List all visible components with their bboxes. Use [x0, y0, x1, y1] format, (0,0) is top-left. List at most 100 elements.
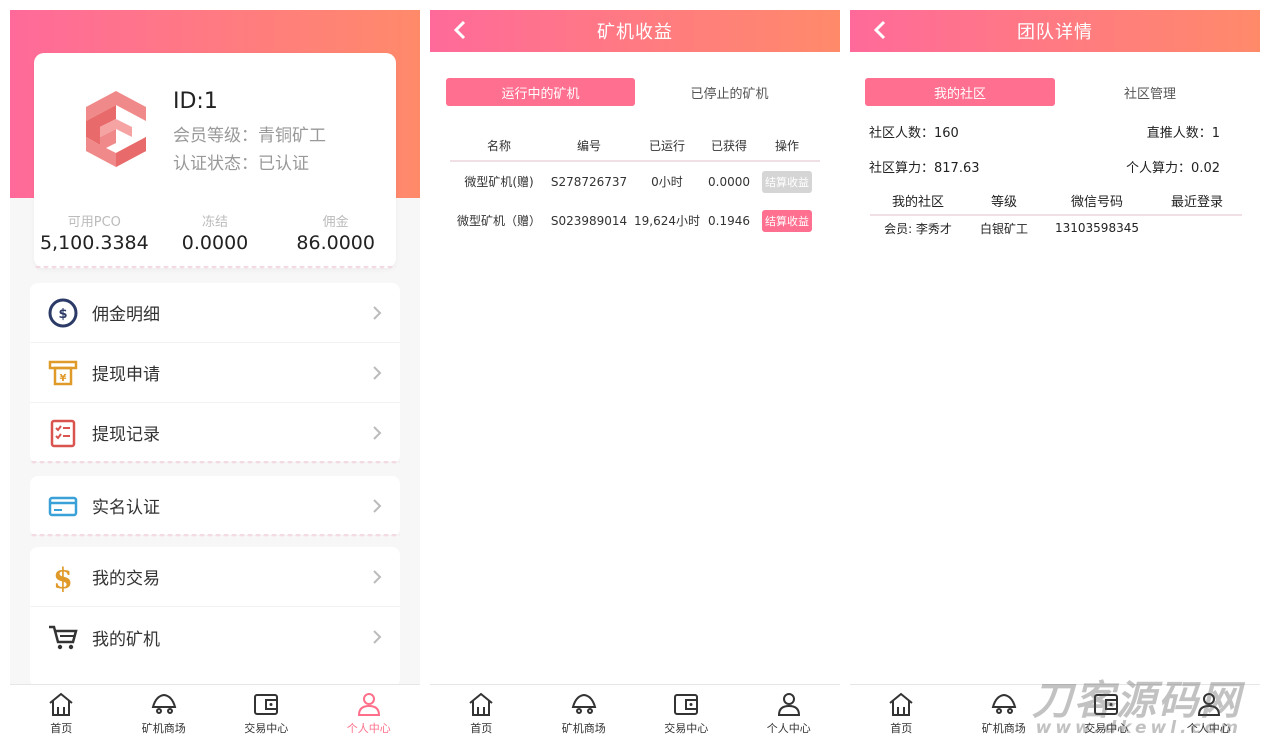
watermark: 刀客源码网 www.dkewl.com [1032, 668, 1242, 738]
menu-item-my-miners[interactable]: 我的矿机 [30, 607, 400, 667]
wave-divider [30, 461, 400, 467]
menu-item-withdraw-apply[interactable]: ¥ 提现申请 [30, 343, 400, 403]
watermark-url: www.dkewl.com [1035, 718, 1242, 738]
tab-my-community[interactable]: 我的社区 [865, 78, 1055, 106]
page-title: 矿机收益 [597, 22, 673, 43]
cart-icon [46, 620, 80, 654]
personal-power: 个人算力：0.02 [1126, 161, 1220, 176]
menu-label: 我的矿机 [92, 629, 160, 650]
wave-divider [34, 266, 396, 272]
cell-runtime: 0小时 [651, 175, 683, 189]
atm-withdraw-icon: ¥ [46, 356, 80, 390]
table-row: 微型矿机（赠） S023989014 19,624小时 0.1946 结算收益 [450, 201, 820, 240]
direct-count: 直推人数：1 [1146, 126, 1220, 141]
tab-miner-mall[interactable]: 矿机商场 [113, 685, 216, 742]
col-last-login: 最近登录 [1170, 194, 1223, 210]
tab-home[interactable]: 首页 [430, 685, 533, 742]
stat-commission[interactable]: 佣金 86.0000 [275, 211, 396, 254]
balance-stats: 可用PCO 5,100.3384 冻结 0.0000 佣金 86.0000 [34, 211, 396, 254]
tab-home[interactable]: 首页 [10, 685, 113, 742]
col-earned: 已获得 [710, 138, 747, 153]
bottom-tab-bar: 首页 矿机商场 交易中心 个人中心 [430, 684, 840, 742]
col-action: 操作 [774, 138, 799, 153]
col-code: 编号 [576, 138, 601, 153]
stat-value: 5,100.3384 [39, 232, 149, 254]
cell-name: 微型矿机(赠) [464, 175, 534, 189]
settle-button[interactable]: 结算收益 [762, 170, 812, 193]
auth-status: 认证状态：已认证 [173, 154, 309, 174]
tab-home[interactable]: 首页 [850, 685, 953, 742]
tab-label: 首页 [50, 722, 73, 735]
stat-value: 86.0000 [296, 232, 375, 254]
dollar-coin-icon: $ [46, 296, 80, 330]
community-table: 我的社区 等级 微信号码 最近登录 会员: 李秀才 白银矿工 131035983… [870, 186, 1242, 240]
tab-community-manage[interactable]: 社区管理 [1055, 78, 1245, 106]
user-icon [357, 693, 380, 716]
cell-earned: 0.0000 [708, 174, 750, 189]
tab-label: 交易中心 [664, 722, 709, 735]
user-id: ID:1 [173, 89, 218, 114]
tab-trade-center[interactable]: 交易中心 [635, 685, 738, 742]
svg-text:$: $ [53, 562, 72, 592]
tab-label: 首页 [470, 722, 493, 735]
page-header: 团队详情 [850, 10, 1260, 52]
user-icon [777, 693, 800, 716]
menu-group-trade: $ 我的交易 我的矿机 [30, 547, 400, 687]
menu-item-commission[interactable]: $ 佣金明细 [30, 283, 400, 343]
stat-frozen[interactable]: 冻结 0.0000 [155, 211, 276, 254]
home-icon [49, 692, 73, 716]
miner-cart-icon [991, 693, 1017, 714]
col-name: 名称 [486, 138, 511, 153]
cell-wechat: 13103598345 [1055, 221, 1139, 235]
mining-income-screen: 矿机收益 运行中的矿机 已停止的矿机 名称 编号 已运行 已获得 操作 微型矿机… [430, 10, 840, 742]
tab-profile[interactable]: 个人中心 [318, 685, 421, 742]
menu-item-my-trades[interactable]: $ 我的交易 [30, 547, 400, 607]
miner-cart-icon [151, 693, 177, 714]
miner-cart-icon [571, 693, 597, 714]
menu-item-real-name[interactable]: 实名认证 [30, 476, 400, 536]
tab-label: 个人中心 [346, 722, 391, 735]
community-count: 社区人数：160 [869, 126, 959, 141]
tab-miner-mall[interactable]: 矿机商场 [533, 685, 636, 742]
col-wechat: 微信号码 [1070, 194, 1123, 210]
menu-label: 佣金明细 [92, 305, 160, 325]
tab-stopped-miners[interactable]: 已停止的矿机 [635, 78, 824, 106]
cell-runtime: 19,624小时 [634, 214, 700, 228]
menu-item-withdraw-records[interactable]: 提现记录 [30, 403, 400, 463]
profile-card: ID:1 会员等级：青铜矿工 认证状态：已认证 可用PCO 5,100.3384… [34, 53, 396, 272]
tab-running-miners[interactable]: 运行中的矿机 [446, 78, 635, 106]
table-row: 微型矿机(赠) S278726737 0小时 0.0000 结算收益 [450, 162, 820, 201]
wallet-icon [674, 694, 699, 715]
checklist-icon [46, 416, 80, 450]
table-header: 名称 编号 已运行 已获得 操作 [450, 130, 820, 162]
cell-member: 会员: 李秀才 [884, 221, 952, 236]
community-power: 社区算力：817.63 [869, 161, 980, 176]
tab-label: 矿机商场 [981, 722, 1026, 735]
menu-label: 提现记录 [92, 425, 160, 445]
chevron-right-icon [373, 425, 382, 440]
settle-button[interactable]: 结算收益 [762, 209, 812, 232]
stat-label: 冻结 [202, 215, 229, 230]
chevron-right-icon [373, 498, 382, 513]
svg-text:$: $ [58, 307, 67, 322]
id-card-icon [46, 489, 80, 523]
tab-trade-center[interactable]: 交易中心 [215, 685, 318, 742]
tab-profile[interactable]: 个人中心 [738, 685, 841, 742]
col-level: 等级 [990, 194, 1017, 210]
community-tabs: 我的社区 社区管理 [865, 78, 1245, 106]
page-title: 团队详情 [1017, 22, 1093, 43]
bottom-tab-bar: 首页 矿机商场 交易中心 个人中心 [10, 684, 420, 742]
back-arrow-icon[interactable] [450, 19, 472, 41]
menu-label: 提现申请 [92, 365, 160, 385]
brand-logo-icon [86, 91, 146, 167]
member-level: 会员等级：青铜矿工 [173, 126, 326, 146]
stat-available[interactable]: 可用PCO 5,100.3384 [34, 211, 155, 254]
svg-text:¥: ¥ [60, 373, 67, 384]
tab-label: 个人中心 [766, 722, 811, 735]
cell-name: 微型矿机（赠） [456, 214, 541, 228]
stat-label: 佣金 [322, 215, 349, 230]
back-arrow-icon[interactable] [870, 19, 892, 41]
home-icon [889, 692, 913, 716]
miner-status-tabs: 运行中的矿机 已停止的矿机 [446, 78, 824, 106]
wallet-icon [254, 694, 279, 715]
